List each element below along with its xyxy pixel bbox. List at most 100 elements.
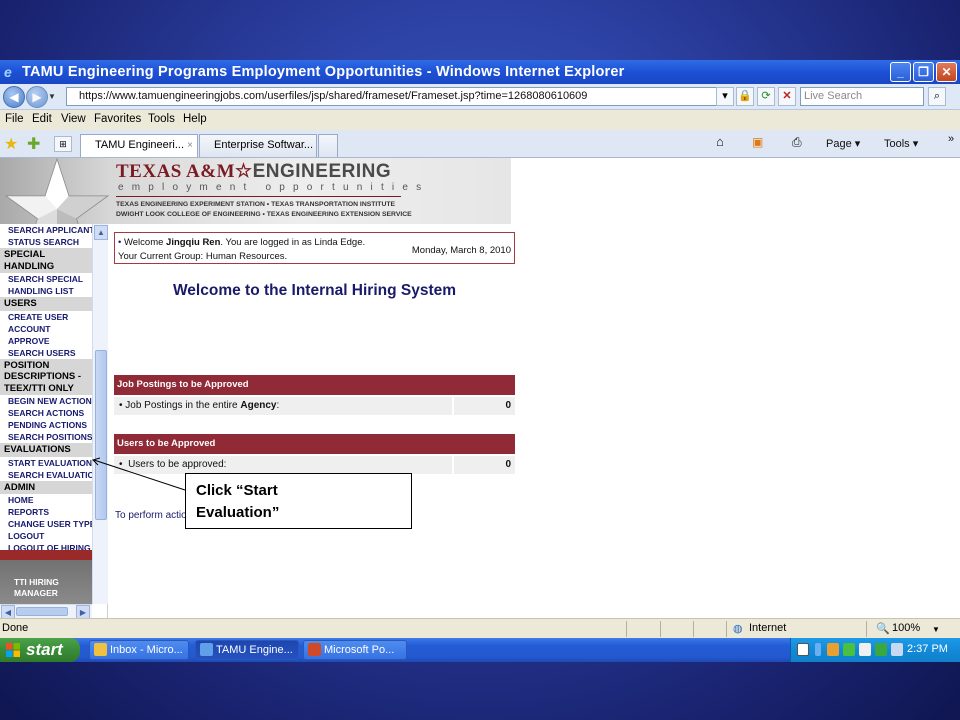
sidebar-link-logout[interactable]: LOGOUT (0, 530, 92, 542)
menu-bar: File Edit View Favorites Tools Help (0, 110, 960, 130)
refresh-icon[interactable]: ⟳ (757, 87, 775, 106)
scroll-up-icon[interactable]: ▲ (94, 225, 108, 240)
favorites-star-icon[interactable]: ★ (4, 134, 18, 154)
add-favorite-icon[interactable]: ✚ (27, 134, 40, 154)
menu-edit[interactable]: Edit (32, 113, 52, 125)
job-postings-label: • Job Postings in the entire Agency: (114, 397, 452, 415)
sidebar-link-account[interactable]: ACCOUNT (0, 323, 92, 335)
users-approved-count[interactable]: 0 (454, 456, 515, 474)
clock[interactable]: 2:37 PM (907, 643, 948, 655)
sidebar-link-search-special[interactable]: SEARCH SPECIAL (0, 273, 92, 285)
sidebar-vertical-scrollbar[interactable]: ▲ (92, 224, 108, 604)
close-button[interactable]: ✕ (936, 62, 957, 82)
menu-favorites[interactable]: Favorites (94, 113, 141, 125)
banner-agencies-line1: TEXAS ENGINEERING EXPERIMENT STATION • T… (116, 201, 396, 208)
users-approved-header: Users to be Approved (114, 434, 515, 454)
tti-hiring-manager-label[interactable]: TTI HIRING MANAGER (14, 577, 92, 599)
sidebar-section-header: USERS (0, 297, 92, 311)
taskbar-item-label: Microsoft Po... (324, 644, 395, 656)
volume-tray-icon[interactable] (891, 643, 903, 656)
job-postings-count[interactable]: 0 (454, 397, 515, 415)
tools-menu[interactable]: Tools ▾ (884, 137, 918, 150)
welcome-line: • Welcome Jingqiu Ren. You are logged in… (118, 237, 366, 248)
welcome-prefix: Welcome (123, 237, 167, 248)
page-menu[interactable]: Page ▾ (826, 137, 860, 150)
scrollbar-thumb[interactable] (95, 350, 107, 520)
sidebar-link-approve[interactable]: APPROVE (0, 335, 92, 347)
sidebar-link-reports[interactable]: REPORTS (0, 506, 92, 518)
job-postings-colon: : (276, 400, 280, 411)
antivirus-tray-icon[interactable] (827, 643, 839, 656)
lock-icon[interactable]: 🔒 (736, 87, 754, 106)
sidebar-link-search-evaluations[interactable]: SEARCH EVALUATIONS (0, 469, 92, 481)
sidebar-section-header: EVALUATIONS (0, 443, 92, 457)
network-tray-icon[interactable] (843, 643, 855, 656)
feeds-icon[interactable]: ▣ (752, 135, 763, 149)
sidebar-link-search-actions[interactable]: SEARCH ACTIONS (0, 407, 92, 419)
back-button[interactable]: ◀ (3, 86, 25, 108)
title-bar[interactable]: e TAMU Engineering Programs Employment O… (0, 60, 960, 84)
sidebar-link-change-user-type[interactable]: CHANGE USER TYPE (0, 518, 92, 530)
welcome-box: • Welcome Jingqiu Ren. You are logged in… (114, 232, 515, 264)
banner-subtitle: employment opportunities (118, 182, 430, 193)
tab-close-icon[interactable]: × (187, 135, 193, 156)
quick-tabs-icon[interactable]: ⊞ (54, 136, 72, 152)
home-icon[interactable]: ⌂ (716, 134, 724, 149)
arrow-tray-icon[interactable] (815, 643, 821, 656)
start-button[interactable]: start (0, 638, 80, 662)
logo-engineering: ENGINEERING (252, 161, 392, 182)
stop-icon[interactable]: ✕ (778, 87, 796, 106)
address-input[interactable]: https://www.tamuengineeringjobs.com/user… (66, 87, 732, 106)
address-dropdown-icon[interactable]: ▾ (716, 87, 734, 106)
forward-button[interactable]: ▶ (26, 86, 48, 108)
security-zone[interactable]: Internet (749, 622, 786, 634)
menu-tools[interactable]: Tools (148, 113, 175, 125)
page-title: Welcome to the Internal Hiring System (172, 282, 457, 299)
taskbar-item-label: TAMU Engine... (216, 644, 293, 656)
history-dropdown-icon[interactable]: ▼ (48, 92, 56, 101)
status-separator (726, 621, 727, 637)
taskbar-item-inbox[interactable]: Inbox - Micro... (89, 640, 189, 660)
sidebar-link-status-search[interactable]: STATUS SEARCH (0, 236, 92, 248)
status-separator (660, 621, 661, 637)
menu-help[interactable]: Help (183, 113, 207, 125)
tab-enterprise-software[interactable]: Enterprise Softwar... (199, 134, 317, 157)
taskbar-item-powerpoint[interactable]: Microsoft Po... (303, 640, 407, 660)
tab-label: TAMU Engineeri... (95, 139, 185, 151)
status-separator (693, 621, 694, 637)
sidebar-link-handling-list[interactable]: HANDLING LIST (0, 285, 92, 297)
zoom-level[interactable]: 100% (892, 622, 920, 634)
left-frame: SEARCH APPLICANTS STATUS SEARCH SPECIAL HA… (0, 158, 108, 620)
taskbar-item-tamu[interactable]: TAMU Engine... (195, 640, 299, 660)
sidebar-nav: SEARCH APPLICANTS STATUS SEARCH SPECIAL HA… (0, 224, 92, 594)
maximize-button[interactable]: ❐ (913, 62, 934, 82)
zoom-dropdown-icon[interactable]: ▼ (932, 625, 940, 634)
search-icon[interactable]: ⌕ (928, 87, 946, 106)
tab-tamu-engineering[interactable]: TAMU Engineeri... × (80, 134, 198, 157)
ie-icon (200, 643, 213, 656)
sidebar-link-begin-new-action[interactable]: BEGIN NEW ACTION (0, 395, 92, 407)
users-approved-label: • Users to be approved: (114, 456, 452, 474)
sidebar-link-pending-actions[interactable]: PENDING ACTIONS (0, 419, 92, 431)
sidebar-link-home[interactable]: HOME (0, 494, 92, 506)
sidebar-horizontal-scrollbar[interactable]: ◀ ▶ (0, 604, 92, 620)
search-input[interactable]: Live Search (800, 87, 924, 106)
menu-file[interactable]: File (5, 113, 24, 125)
new-tab-button[interactable] (318, 134, 338, 157)
sidebar-link-start-evaluation[interactable]: START EVALUATION (0, 457, 92, 469)
window-title: TAMU Engineering Programs Employment Opp… (22, 64, 625, 80)
security-tray-icon[interactable] (859, 643, 871, 656)
minimize-button[interactable]: _ (890, 62, 911, 82)
sidebar-link-search-positions[interactable]: SEARCH POSITIONS (0, 431, 92, 443)
sidebar-link-search-users[interactable]: SEARCH USERS (0, 347, 92, 359)
horizontal-scroll-thumb[interactable] (16, 607, 68, 616)
sidebar-link-search-applicants[interactable]: SEARCH APPLICANTS (0, 224, 92, 236)
menu-view[interactable]: View (61, 113, 86, 125)
print-icon[interactable]: ⎙ (792, 135, 802, 150)
more-tools-icon[interactable]: » (948, 133, 954, 145)
update-tray-icon[interactable] (875, 643, 887, 656)
tab-bar: ★ ✚ ⊞ TAMU Engineeri... × Enterprise Sof… (0, 130, 960, 158)
page-content: SEARCH APPLICANTS STATUS SEARCH SPECIAL HA… (0, 158, 960, 620)
help-tray-icon[interactable] (797, 643, 809, 656)
sidebar-link-create-user[interactable]: CREATE USER (0, 311, 92, 323)
